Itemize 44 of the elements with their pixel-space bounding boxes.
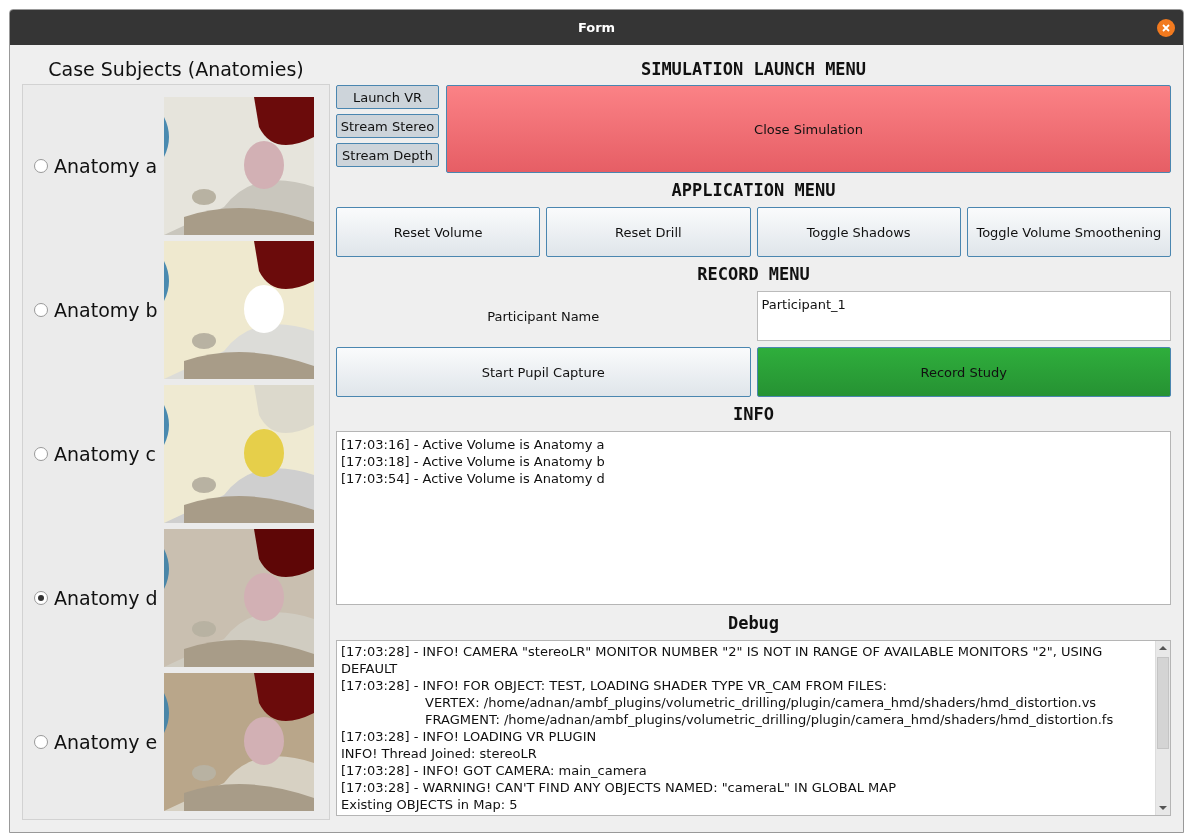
section-heading: APPLICATION MENU [670, 179, 837, 202]
section-heading: RECORD MENU [696, 263, 811, 286]
log-line: INFO! Thread Joined: stereoLR [341, 745, 538, 762]
panel-title: Case Subjects (Anatomies) [47, 57, 305, 82]
radio-button[interactable] [34, 447, 48, 461]
radio-button[interactable] [34, 159, 48, 173]
application-button[interactable]: Reset Volume [336, 207, 541, 257]
record-button[interactable]: Record Study [756, 347, 1171, 397]
application-button[interactable]: Reset Drill [546, 207, 751, 257]
section-heading: SIMULATION LAUNCH MENU [639, 58, 868, 81]
pupil-capture-button[interactable]: Start Pupil Capture [336, 347, 751, 397]
close-icon [1161, 23, 1171, 33]
log-line: [17:03:28] - INFO! LOADING VR PLUGIN [341, 728, 598, 745]
anatomy-label[interactable]: Anatomy d [54, 587, 164, 609]
launch-button[interactable]: Launch VR [336, 85, 439, 109]
anatomy-label[interactable]: Anatomy a [54, 155, 164, 177]
application-button[interactable]: Toggle Shadows [756, 207, 961, 257]
log-line: [17:03:28] - INFO! CAMERA "stereoLR" MONITOR NUMBER "2" IS NOT IN RANGE OF AVAILABLE MONITORS "2", USING DEFAULT [341, 643, 1104, 677]
log-line: [17:03:54] - Active Volume is Anatomy d [341, 470, 606, 487]
log-line: [17:03:18] - Active Volume is Anatomy b [341, 453, 606, 470]
close-simulation-button[interactable]: Close Simulation [446, 85, 1171, 173]
log-line: [17:03:16] - Active Volume is Anatomy a [341, 436, 606, 453]
radio-button[interactable] [34, 591, 48, 605]
radio-button[interactable] [34, 735, 48, 749]
name-field[interactable]: Participant_1 [756, 291, 1171, 341]
anatomy-label[interactable]: Anatomy b [54, 299, 164, 321]
launch-button[interactable]: Stream Stereo [336, 114, 439, 138]
radio-button[interactable] [34, 303, 48, 317]
log-line: [17:03:28] - INFO! GOT CAMERA: main_camera [341, 762, 648, 779]
field-label: Participant Name [486, 307, 601, 326]
log-line: [17:03:28] - INFO! FOR OBJECT: TEST, LOADING SHADER TYPE VR_CAM FROM FILES: [341, 677, 888, 694]
log-line: VERTEX: /home/adnan/ambf_plugins/volumetric_drilling/plugin/camera_hmd/shaders/hmd_distortion.vs [424, 694, 1098, 711]
log-line: [17:03:28] - WARNING! CAN'T FIND ANY OBJECTS NAMED: "cameraL" IN GLOBAL MAP [341, 779, 897, 796]
log-line: FRAGMENT: /home/adnan/ambf_plugins/volumetric_drilling/plugin/camera_hmd/shaders/hmd_distortion.fs [424, 711, 1115, 728]
launch-button[interactable]: Stream Depth [336, 143, 439, 167]
section-heading: INFO [732, 403, 775, 426]
anatomy-label[interactable]: Anatomy e [54, 731, 164, 753]
application-button[interactable]: Toggle Volume Smoothening [966, 207, 1171, 257]
anatomy-label[interactable]: Anatomy c [54, 443, 164, 465]
log-line: Existing OBJECTS in Map: 5 [341, 796, 519, 813]
scrollbar[interactable] [1155, 641, 1170, 815]
section-heading: Debug [726, 611, 781, 635]
window-title: Form [577, 20, 616, 35]
close-button[interactable] [1157, 19, 1175, 37]
